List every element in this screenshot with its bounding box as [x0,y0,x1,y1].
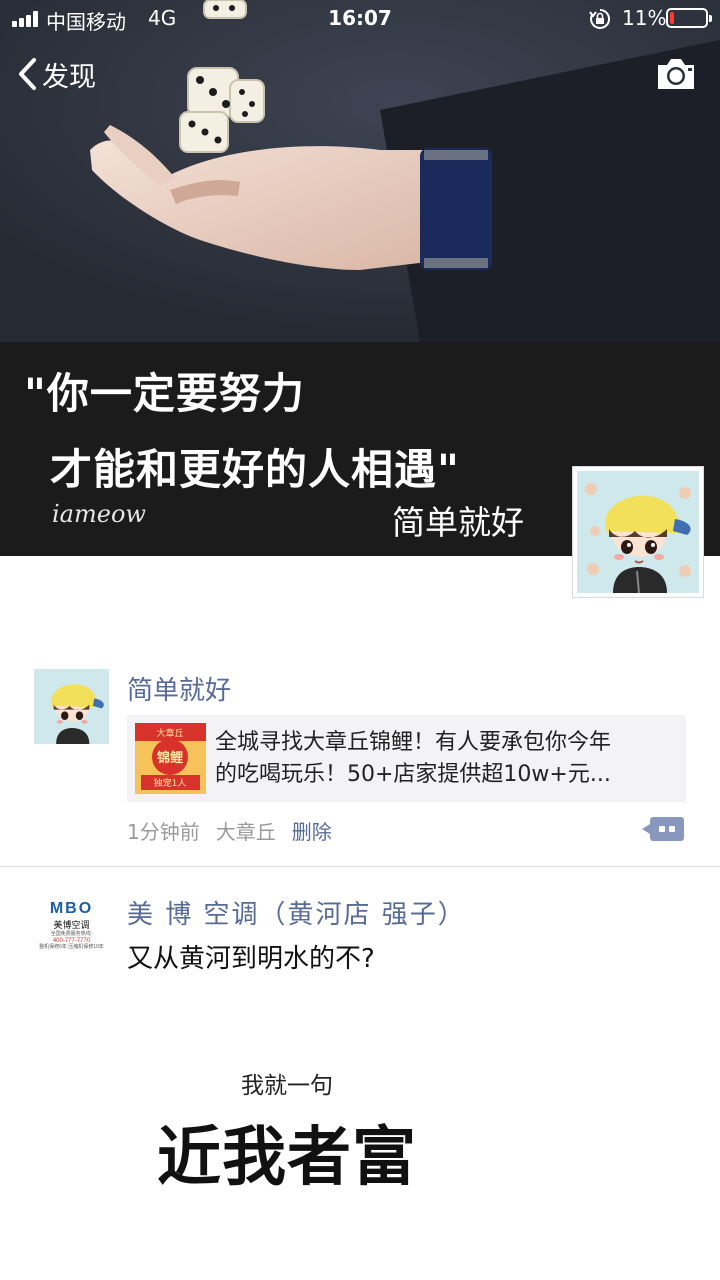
back-label: 发现 [42,61,96,93]
post-location[interactable]: 大章丘 [216,816,276,845]
camera-icon[interactable] [654,55,698,93]
moment-post: MBO 美博空调 全国免费服务热线: 400-777-7770 整机保修6年 压… [0,866,720,1280]
article-thumbnail: 大章丘 锦鲤 独宠1人 [135,723,206,794]
thumb-bottom-text: 独宠1人 [154,777,187,789]
article-title-line1: 全城寻找大章丘锦鲤！有人要承包你今年 [215,730,612,755]
post-time: 1分钟前 [127,820,200,844]
post-image[interactable]: 我就一句 近我者富 [127,1042,447,1202]
mbo-logo-subtitle: 美博空调 [53,920,90,930]
post-author-avatar[interactable] [34,669,109,744]
status-time: 16:07 [328,6,392,30]
profile-avatar[interactable] [572,466,704,598]
cover-signature: iameow [52,500,146,528]
thumb-mid-text: 锦鲤 [157,750,183,766]
battery-percentage: 11% [622,6,667,30]
post-author-name[interactable]: 简单就好 [127,670,231,707]
article-title-line2: 的吃喝玩乐！50+店家提供超10w+元... [215,762,611,787]
mbo-logo-note: 整机保修6年 压缩机保修10年 [39,944,104,950]
article-title: 全城寻找大章丘锦鲤！有人要承包你今年 的吃喝玩乐！50+店家提供超10w+元..… [215,727,679,791]
comment-bubble-icon[interactable] [642,817,684,841]
post-author-name[interactable]: 美 博 空调（黄河店 强子） [127,894,466,931]
shared-article-card[interactable]: 大章丘 锦鲤 独宠1人 全城寻找大章丘锦鲤！有人要承包你今年 的吃喝玩乐！50+… [127,715,686,802]
cover-photo [0,0,720,342]
delete-button[interactable]: 删除 [292,816,332,845]
meme-big-text: 近我者富 [157,1121,417,1195]
cover-quote-line2: 才能和更好的人相遇" [50,445,460,494]
battery-icon [666,8,712,28]
thumb-top-text: 大章丘 [156,727,183,739]
avatar-cartoon-image [34,669,109,744]
avatar-cartoon-image [577,471,699,594]
back-button[interactable]: 发现 [14,52,96,96]
meme-small-text: 我就一句 [241,1073,333,1099]
moment-post: 简单就好 大章丘 锦鲤 独宠1人 全城寻找大章丘锦鲤！有人要承包你今年 的吃喝玩… [0,660,720,866]
post-author-avatar[interactable]: MBO 美博空调 全国免费服务热线: 400-777-7770 整机保修6年 压… [34,894,109,969]
rotation-lock-icon [589,8,611,29]
battery-level-fill [670,12,674,24]
mbo-logo-tagline: 全国免费服务热线: [50,931,93,937]
post-text: 又从黄河到明水的不? [127,944,375,974]
post-meta: 1分钟前 大章丘 删除 [127,816,332,845]
status-bar: 中国移动 4G 16:07 11% [0,0,720,38]
mbo-logo-text: MBO [49,900,94,917]
cover-quote-line1: "你一定要努力 [24,369,305,418]
profile-name: 简单就好 [392,503,524,542]
chevron-left-icon [19,58,36,90]
